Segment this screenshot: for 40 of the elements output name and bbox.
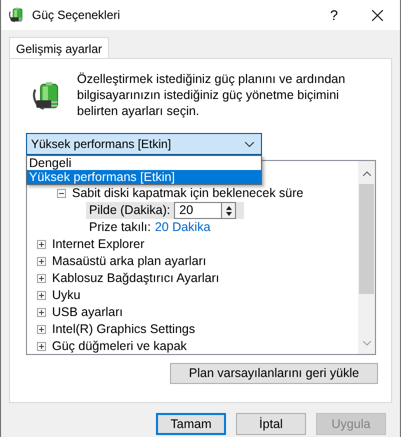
setting-label: Prize takılı: [89, 219, 151, 236]
tree-item[interactable]: Intel(R) Graphics Settings [52, 320, 196, 339]
help-button[interactable]: ? [314, 0, 354, 30]
tree-item[interactable]: USB ayarları [52, 303, 123, 322]
expand-icon[interactable] [37, 274, 46, 283]
scroll-thumb[interactable] [359, 184, 374, 294]
setting-row[interactable]: Pilde (Dakika): 20 [86, 202, 244, 219]
window-title: Güç Seçenekleri [32, 7, 120, 24]
close-icon [372, 10, 382, 20]
restore-defaults-button[interactable]: Plan varsayılanlarını geri yükle [170, 363, 378, 384]
tree-item[interactable]: Sabit diski kapatmak için beklenecek süre [72, 184, 304, 203]
tree-item[interactable]: Güç düğmeleri ve kapak [52, 337, 187, 354]
tab[interactable]: Gelişmiş ayarlar [9, 37, 110, 59]
expand-icon[interactable] [37, 342, 46, 351]
scrollbar[interactable] [358, 161, 375, 354]
expand-icon[interactable] [37, 325, 46, 334]
value-link[interactable]: 20 Dakika [154, 218, 210, 237]
collapse-icon[interactable] [57, 189, 66, 198]
plan-dropdown[interactable]: Yüksek performans [Etkin] [26, 133, 262, 155]
description-text: Özelleştirmek istediğiniz güç planını ve ardından bilgisayarınızın istediğiniz güç yönetme biçimini belirten ayarları seçin. [77, 71, 346, 119]
expand-icon[interactable] [37, 257, 46, 266]
dialog-button[interactable]: Tamam [156, 413, 226, 435]
down-arrow-icon [226, 212, 232, 216]
expand-icon[interactable] [37, 308, 46, 317]
tree-item[interactable]: Internet Explorer [52, 235, 144, 254]
expand-icon[interactable] [37, 240, 46, 249]
tree-item[interactable]: Kablosuz Bağdaştırıcı Ayarları [52, 269, 220, 288]
spin-buttons[interactable] [222, 202, 236, 219]
tree-item[interactable]: Uyku [52, 286, 80, 305]
expand-icon[interactable] [37, 291, 46, 300]
chevron-down-icon [245, 142, 254, 146]
tree-item[interactable]: Masaüstü arka plan ayarları [52, 252, 206, 271]
setting-label: Pilde (Dakika): [89, 202, 170, 220]
dropdown-option[interactable]: Yüksek performans [Etkin] [27, 170, 261, 184]
up-arrow-icon [226, 206, 232, 210]
dropdown-option[interactable]: Dengeli [27, 156, 261, 170]
dialog-button[interactable]: İptal [236, 413, 306, 435]
number-field[interactable]: 20 [174, 202, 222, 219]
scroll-up-icon[interactable] [362, 171, 370, 176]
setting-row[interactable]: Prize takılı: 20 Dakika [86, 219, 218, 236]
